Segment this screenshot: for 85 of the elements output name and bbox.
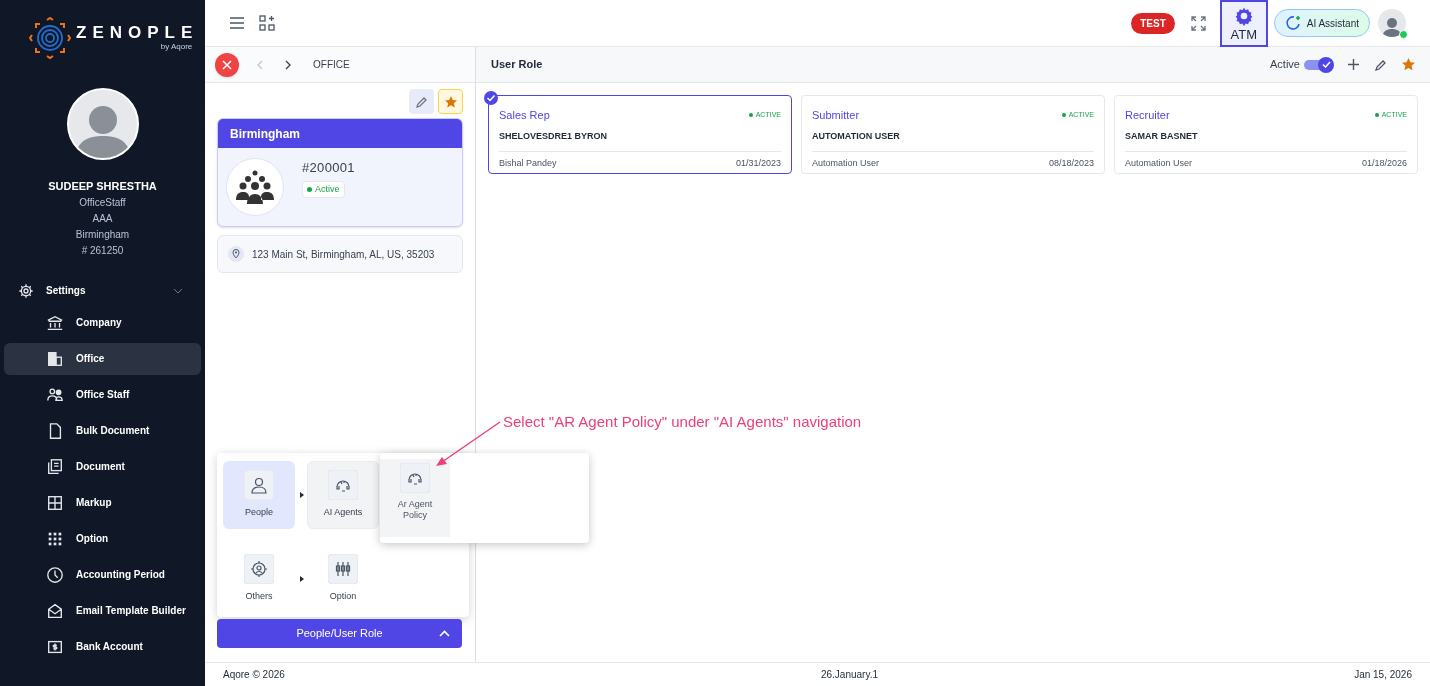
documents-icon: [46, 457, 64, 476]
user-name: AUTOMATION USER: [812, 129, 901, 143]
annotation-text: Select "AR Agent Policy" under "AI Agents" navigation: [503, 412, 862, 432]
annotation-arrow: [436, 421, 501, 466]
atm-button[interactable]: ATM: [1219, 0, 1268, 47]
office-number: #200001: [302, 159, 355, 177]
sidebar-item[interactable]: Accounting Period: [4, 558, 201, 591]
fullscreen-icon[interactable]: [1190, 15, 1206, 31]
location-pin-icon: [228, 246, 244, 262]
add-widget-icon[interactable]: [259, 15, 275, 31]
grid-icon: [46, 493, 64, 512]
bank-icon: [46, 313, 64, 332]
sidebar-item[interactable]: Bulk Document: [4, 414, 201, 447]
people-icon: [46, 385, 64, 404]
check-icon: [484, 91, 498, 105]
sidebar-item[interactable]: Markup: [4, 486, 201, 519]
user-detail: # 261250: [80, 243, 125, 258]
user-name: SUDEEP SHRESTHA: [47, 179, 158, 194]
logo-tagline: by Aqore: [160, 40, 193, 53]
add-icon[interactable]: [1348, 59, 1359, 70]
headset-icon: [328, 470, 358, 501]
chat-sparkle-icon: [1284, 15, 1301, 31]
building-icon: [46, 349, 64, 368]
person-icon: [244, 470, 274, 501]
section-toggle-button[interactable]: People/User Role: [217, 619, 462, 648]
date: 01/18/2026: [1361, 157, 1407, 170]
section-title: User Role: [491, 57, 544, 73]
sidebar-item[interactable]: Option: [4, 522, 201, 555]
address-text: 123 Main St, Birmingham, AL, US, 35203: [252, 247, 435, 262]
sliders-icon: [328, 554, 358, 585]
edit-button[interactable]: [409, 89, 434, 114]
gear-icon: [1233, 5, 1254, 26]
user-avatar[interactable]: [1378, 9, 1406, 37]
edit-icon[interactable]: [1375, 58, 1387, 71]
forward-icon[interactable]: [285, 59, 291, 70]
close-button[interactable]: [215, 52, 239, 77]
date: 08/18/2023: [1048, 157, 1094, 170]
section-label[interactable]: Settings: [46, 283, 173, 298]
chevron-icon: [439, 630, 450, 637]
role-name: Submitter: [812, 108, 861, 123]
settings-icon: [18, 282, 34, 299]
active-toggle[interactable]: [1304, 56, 1334, 73]
role-name: Sales Rep: [499, 108, 551, 123]
menu-item[interactable]: Others: [223, 545, 295, 613]
toggle-label: Active: [1270, 57, 1300, 73]
environment-badge: TEST: [1131, 12, 1175, 34]
clock-icon: [46, 565, 64, 584]
date: Jan 15, 2026: [1354, 668, 1412, 682]
status-badge: Active: [302, 180, 345, 198]
date: 01/31/2023: [735, 157, 781, 170]
sidebar-item[interactable]: Bank Account: [4, 630, 201, 663]
close-icon: [222, 59, 232, 70]
user-name: SAMAR BASNET: [1125, 129, 1199, 143]
user-name: SHELOVESDRE1 BYRON: [499, 129, 609, 143]
user-detail: Birmingham: [74, 227, 131, 242]
gear-badge-icon: [244, 554, 274, 585]
logo-icon: [28, 16, 72, 60]
created-by: Bishal Pandey: [499, 157, 557, 170]
logo-wordmark: ZENOPLE: [76, 23, 199, 41]
copyright: Aqore © 2026: [223, 668, 285, 682]
menu-icon[interactable]: [229, 17, 245, 29]
sidebar-item[interactable]: Office: [4, 342, 201, 375]
star-icon: [444, 95, 457, 108]
sidebar-item[interactable]: Company: [4, 306, 201, 339]
envelope-icon: [46, 601, 64, 620]
ai-assistant-button[interactable]: AI Assistant: [1273, 9, 1370, 37]
created-by: Automation User: [812, 157, 880, 170]
sidebar-item[interactable]: Office Staff: [4, 378, 201, 411]
star-icon[interactable]: [1402, 58, 1415, 71]
sidebar-item[interactable]: Email Template Builder: [4, 594, 201, 627]
version: 26.January.1: [820, 668, 879, 682]
sidebar-item[interactable]: Document: [4, 450, 201, 483]
submenu-item[interactable]: Ar Agent Policy: [380, 459, 450, 537]
breadcrumb: OFFICE: [313, 58, 350, 72]
user-detail: OfficeStaff: [78, 195, 127, 210]
created-by: Automation User: [1125, 157, 1193, 170]
menu-item[interactable]: Option: [307, 545, 379, 613]
office-name: Birmingham: [218, 119, 462, 148]
pencil-icon: [415, 95, 428, 108]
check-icon: [1321, 61, 1331, 68]
favorite-button[interactable]: [438, 89, 463, 114]
role-name: Recruiter: [1125, 108, 1171, 123]
user-detail: AAA: [91, 211, 114, 226]
menu-item[interactable]: AI Agents: [307, 461, 379, 529]
headset-icon: [400, 463, 430, 493]
